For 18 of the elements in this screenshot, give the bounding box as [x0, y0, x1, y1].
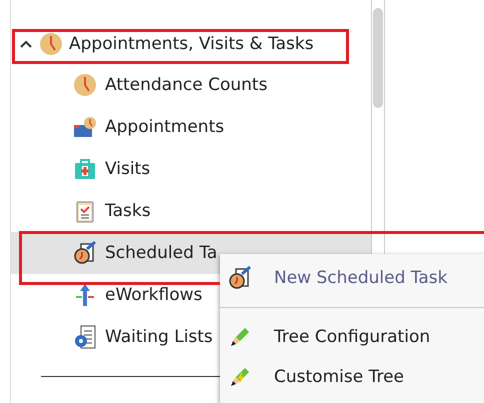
clock-icon: [73, 73, 97, 97]
timer-document-icon: [73, 241, 97, 265]
pencil-icon: [228, 325, 252, 349]
tree-item[interactable]: Visits: [11, 148, 371, 190]
list-gear-icon: [73, 325, 97, 349]
menu-item[interactable]: Tree Configuration: [220, 317, 484, 357]
timer-document-icon: [228, 266, 252, 290]
tree-item[interactable]: Appointments, Visits & Tasks: [69, 34, 314, 54]
menu-item[interactable]: Customise Tree: [220, 357, 484, 397]
pencil-icon: [228, 365, 252, 389]
arrows-icon: [73, 283, 97, 307]
tree-item[interactable]: Appointments: [11, 106, 371, 148]
tree-item[interactable]: Attendance Counts: [11, 64, 371, 106]
tree-item[interactable]: Tasks: [11, 190, 371, 232]
calendar-icon: [73, 115, 97, 139]
scrollbar-thumb[interactable]: [373, 8, 383, 108]
medical-kit-icon: [73, 157, 97, 181]
clock-icon: [39, 32, 63, 56]
